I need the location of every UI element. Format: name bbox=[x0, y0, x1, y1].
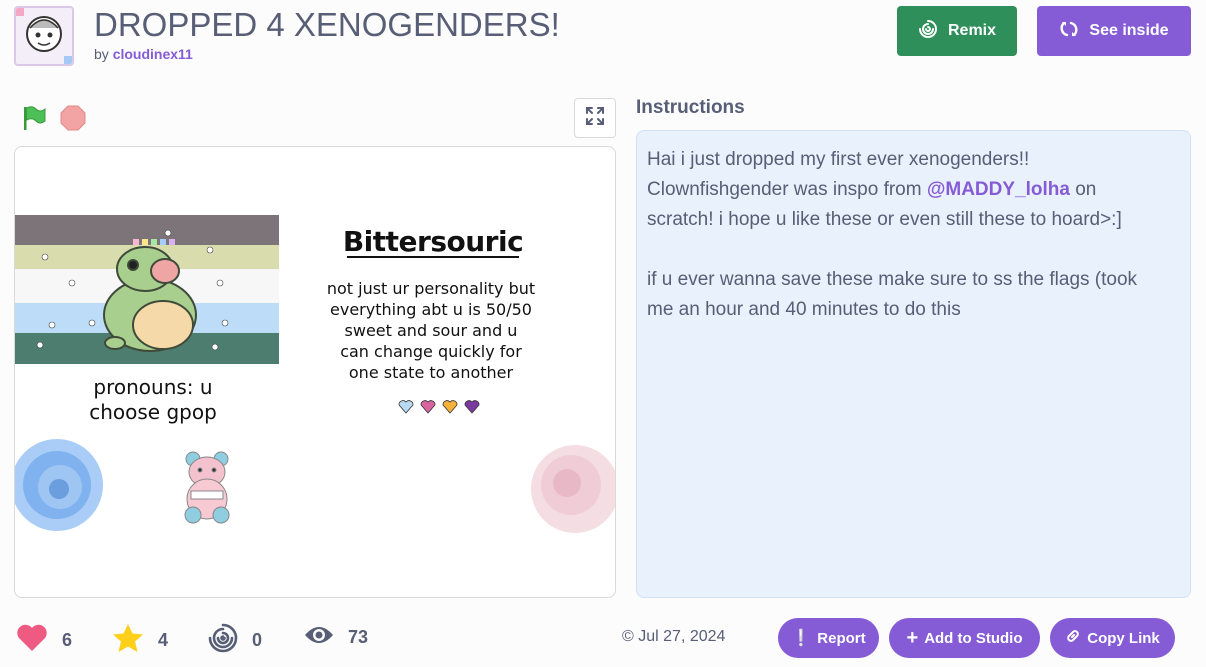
fullscreen-icon bbox=[585, 106, 605, 131]
stage-description-line: everything abt u is 50/50 bbox=[330, 300, 532, 319]
views-stat: 73 bbox=[304, 623, 368, 652]
see-inside-label: See inside bbox=[1089, 22, 1169, 39]
star-icon bbox=[112, 623, 144, 658]
report-label: Report bbox=[817, 629, 866, 647]
stage-heading: Bittersouric bbox=[342, 225, 524, 258]
copy-link-label: Copy Link bbox=[1087, 629, 1160, 647]
report-button[interactable]: ❕ Report bbox=[778, 618, 879, 658]
author-avatar[interactable] bbox=[14, 6, 74, 66]
remix-button[interactable]: Remix bbox=[897, 6, 1017, 56]
instructions-line: me an hour and 40 minutes to do this bbox=[647, 299, 961, 320]
stage-description-line: sweet and sour and u bbox=[344, 321, 518, 340]
author-link[interactable]: cloudinex11 bbox=[113, 46, 193, 62]
project-stage[interactable]: Bittersouric not just ur personality but… bbox=[14, 146, 616, 598]
instructions-box: Hai i just dropped my first ever xenogen… bbox=[636, 130, 1191, 598]
stage-description-line: can change quickly for bbox=[340, 342, 522, 361]
byline-prefix: by bbox=[94, 46, 109, 62]
remix-count: 0 bbox=[252, 630, 263, 650]
share-date: © Jul 27, 2024 bbox=[622, 628, 725, 646]
instructions-line: Clownfishgender was inspo from @MADDY_lo… bbox=[647, 175, 1180, 205]
heart-icon bbox=[16, 623, 48, 658]
see-inside-button[interactable]: See inside bbox=[1037, 6, 1191, 56]
green-flag-icon[interactable] bbox=[20, 104, 48, 132]
project-header: DROPPED 4 XENOGENDERS! by cloudinex11 Re… bbox=[0, 0, 1206, 80]
favorite-count: 4 bbox=[158, 630, 169, 650]
stage-pronouns: pronouns: u choose gpop bbox=[53, 375, 253, 425]
pink-peony bbox=[531, 445, 615, 533]
copy-link-button[interactable]: Copy Link bbox=[1050, 618, 1175, 658]
instructions-text: on bbox=[1069, 179, 1097, 200]
instructions-text: Clownfishgender was inspo from bbox=[647, 179, 927, 200]
eye-icon bbox=[304, 623, 334, 652]
stage-pronouns-line: pronouns: u bbox=[93, 375, 213, 399]
blue-rose bbox=[15, 439, 103, 531]
date-text: Jul 27, 2024 bbox=[638, 628, 726, 645]
mention-link[interactable]: @MADDY_lolha bbox=[927, 179, 1070, 200]
copyright-icon: © bbox=[622, 628, 634, 645]
stage-pronouns-line: choose gpop bbox=[89, 400, 217, 424]
love-stat[interactable]: 6 bbox=[16, 623, 72, 658]
love-count: 6 bbox=[62, 630, 73, 650]
instructions-line: scratch! i hope u like these or even sti… bbox=[647, 209, 1122, 230]
remix-count-icon bbox=[208, 623, 238, 658]
remix-label: Remix bbox=[947, 22, 997, 39]
report-icon: ❕ bbox=[791, 630, 812, 647]
remix-stat: 0 bbox=[208, 623, 262, 658]
see-inside-icon bbox=[1059, 19, 1079, 44]
stats-bar: 6 4 0 73 © Jul 27, 2024 ❕ Report + Add t… bbox=[0, 615, 1206, 661]
instructions-line: if u ever wanna save these make sure to … bbox=[647, 269, 1138, 290]
instructions-title: Instructions bbox=[636, 97, 745, 118]
favorite-stat[interactable]: 4 bbox=[112, 623, 168, 658]
teddy-bear bbox=[184, 451, 230, 524]
add-to-studio-button[interactable]: + Add to Studio bbox=[889, 618, 1040, 658]
byline: by cloudinex11 bbox=[94, 46, 193, 62]
remix-icon bbox=[918, 19, 938, 44]
stop-icon[interactable] bbox=[60, 105, 86, 131]
pride-hearts bbox=[398, 400, 480, 414]
project-title: DROPPED 4 XENOGENDERS! bbox=[94, 6, 560, 43]
add-to-studio-label: Add to Studio bbox=[924, 629, 1023, 647]
stage-description: not just ur personality but everything a… bbox=[301, 278, 561, 383]
instructions-line: Hai i just dropped my first ever xenogen… bbox=[647, 149, 1030, 170]
plus-icon: + bbox=[906, 627, 919, 649]
fullscreen-button[interactable] bbox=[574, 98, 616, 138]
stage-description-line: one state to another bbox=[348, 363, 514, 382]
views-count: 73 bbox=[348, 627, 369, 647]
stage-description-line: not just ur personality but bbox=[326, 279, 536, 298]
instructions-blank bbox=[647, 235, 1180, 265]
link-icon bbox=[1065, 628, 1081, 648]
